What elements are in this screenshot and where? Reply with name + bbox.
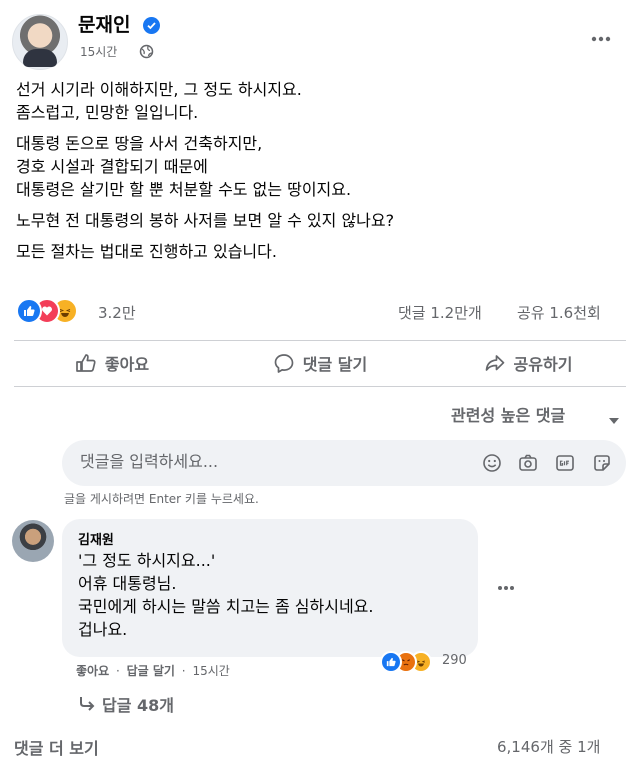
post-paragraph: 대통령 돈으로 땅을 사서 건축하지만, 경호 시설과 결합되기 때문에 대통령… — [16, 134, 352, 199]
post-paragraph: 선거 시기라 이해하지만, 그 정도 하시지요. 좀스럽고, 민망한 일입니다. — [16, 80, 302, 122]
emoji-icon[interactable] — [482, 453, 502, 473]
post-body: 선거 시기라 이해하지만, 그 정도 하시지요. 좀스럽고, 민망한 일입니다.… — [16, 78, 626, 271]
comment-more-icon[interactable] — [494, 580, 518, 596]
like-reaction-icon — [380, 651, 402, 673]
author-avatar[interactable] — [12, 14, 68, 70]
commenter-avatar[interactable] — [12, 520, 54, 562]
reaction-summary-icons[interactable] — [16, 298, 96, 324]
share-icon — [485, 355, 504, 371]
comment-sort-selector[interactable]: 관련성 높은 댓글 — [451, 402, 565, 426]
comment-line: '그 정도 하시지요...' — [78, 551, 216, 570]
caret-down-icon[interactable] — [608, 410, 620, 429]
comment-button[interactable]: 댓글 달기 — [222, 344, 418, 382]
like-button[interactable]: 좋아요 — [16, 344, 208, 382]
like-button-label: 좋아요 — [104, 355, 150, 374]
post-author-name[interactable]: 문재인 — [78, 14, 130, 36]
reply-arrow-icon — [80, 697, 95, 711]
comment-like-link[interactable]: 좋아요 — [76, 664, 109, 678]
comment-button-label: 댓글 달기 — [302, 355, 368, 374]
comment-text: '그 정도 하시지요...' 어휴 대통령님. 국민에게 하시는 말씀 치고는 … — [78, 549, 473, 641]
camera-icon[interactable] — [518, 453, 538, 473]
like-icon — [76, 354, 96, 372]
divider — [14, 386, 626, 387]
composer-hint: 글을 게시하려면 Enter 키를 누르세요. — [64, 492, 259, 506]
comment-input[interactable] — [80, 452, 440, 471]
reaction-count[interactable]: 3.2만 — [98, 302, 136, 323]
divider — [14, 340, 626, 341]
comment-pager: 6,146개 중 1개 — [497, 738, 601, 756]
comment-line: 국민에게 하시는 말씀 치고는 좀 심하시네요. — [78, 597, 374, 616]
commenter-name[interactable]: 김재원 — [78, 529, 114, 548]
globe-icon — [139, 44, 154, 59]
replies-label: 답글 48개 — [102, 696, 174, 715]
comment-line: 어휴 대통령님. — [78, 574, 177, 593]
post-timestamp[interactable]: 15시간 — [80, 44, 117, 60]
comment-action-row: 좋아요 · 답글 달기 · 15시간 — [76, 664, 230, 678]
comment-reaction-count[interactable]: 290 — [442, 653, 467, 668]
view-replies-button[interactable]: 답글 48개 — [78, 692, 174, 716]
comment-icon — [274, 354, 294, 373]
comment-timestamp[interactable]: 15시간 — [192, 664, 229, 678]
share-button[interactable]: 공유하기 — [432, 344, 624, 382]
comment-line: 겁나요. — [78, 620, 128, 639]
share-button-label: 공유하기 — [513, 355, 573, 374]
like-reaction-icon — [16, 298, 42, 324]
sticker-icon[interactable] — [592, 453, 612, 473]
share-count[interactable]: 공유 1.6천회 — [517, 302, 601, 323]
more-comments-link[interactable]: 댓글 더 보기 — [14, 735, 99, 759]
comment-reply-link[interactable]: 답글 달기 — [127, 664, 175, 678]
post-paragraph: 모든 절차는 법대로 진행하고 있습니다. — [16, 242, 277, 261]
gif-icon[interactable] — [555, 453, 575, 473]
comment-count[interactable]: 댓글 1.2만개 — [398, 302, 482, 323]
more-options-icon[interactable] — [587, 28, 615, 50]
post-paragraph: 노무현 전 대통령의 봉하 사저를 보면 알 수 있지 않나요? — [16, 211, 395, 230]
verified-icon — [143, 17, 160, 34]
